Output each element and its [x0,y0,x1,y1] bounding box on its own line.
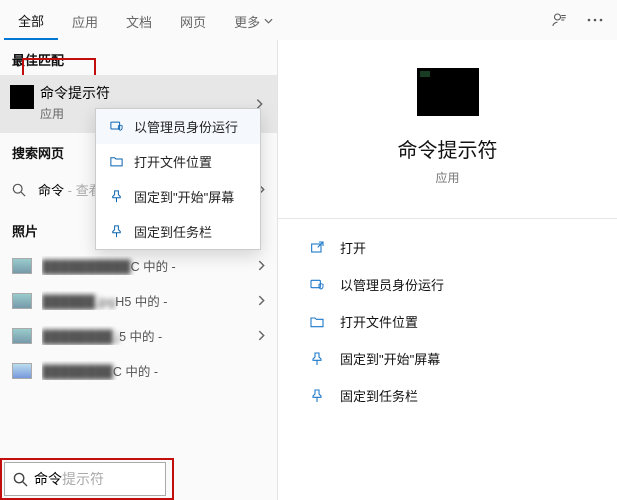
action-label: 固定到"开始"屏幕 [340,349,440,368]
feedback-icon[interactable] [541,2,577,38]
search-icon [13,472,28,487]
tab-more-label: 更多 [234,12,260,31]
pin-icon [308,350,326,368]
photo-result-item[interactable]: ██████.jpgH5 中的 - [0,283,277,318]
tab-docs[interactable]: 文档 [112,2,166,39]
chevron-right-icon [258,330,265,341]
action-label: 以管理员身份运行 [340,275,444,294]
more-options-icon[interactable] [577,2,613,38]
ctx-pin-taskbar[interactable]: 固定到任务栏 [96,214,260,249]
action-label: 固定到任务栏 [340,386,418,405]
detail-title: 命令提示符 [398,134,498,163]
search-icon [12,183,30,197]
photo-label: ██████.jpgH5 中的 - [42,291,258,310]
photo-thumb-icon [12,328,32,344]
open-icon [308,239,326,257]
detail-panel: 命令提示符 应用 打开 以管理员身份运行 打开文件位置 [277,40,617,500]
app-icon [10,85,34,109]
separator [278,218,617,219]
pin-icon [108,224,124,240]
photo-thumb-icon [12,258,32,274]
action-run-as-admin[interactable]: 以管理员身份运行 [304,266,591,303]
best-match-header: 最佳匹配 [0,40,277,75]
ctx-item-label: 打开文件位置 [134,152,212,171]
ctx-pin-start[interactable]: 固定到"开始"屏幕 [96,179,260,214]
pin-icon [308,387,326,405]
best-match-title: 命令提示符 [40,83,265,103]
chevron-right-icon [258,295,265,306]
photo-thumb-icon [12,293,32,309]
detail-subtitle: 应用 [435,169,459,186]
shield-admin-icon [108,119,124,135]
filter-tabs: 全部 应用 文档 网页 更多 [0,0,617,40]
photo-label: ████████C 中的 - [42,361,265,380]
photo-result-item[interactable]: ████████.j5 中的 - [0,318,277,353]
search-ghost-text: 提示符 [62,469,104,489]
shield-admin-icon [308,276,326,294]
photo-label: ████████.j5 中的 - [42,326,258,345]
action-open[interactable]: 打开 [304,229,591,266]
folder-icon [108,154,124,170]
tab-all[interactable]: 全部 [4,1,58,40]
detail-app-icon [417,68,479,116]
action-label: 打开 [340,238,366,257]
ctx-item-label: 以管理员身份运行 [134,117,238,136]
folder-icon [308,313,326,331]
tab-apps[interactable]: 应用 [58,2,112,39]
search-typed-text: 命令 [34,469,62,489]
ctx-open-location[interactable]: 打开文件位置 [96,144,260,179]
action-open-location[interactable]: 打开文件位置 [304,303,591,340]
tab-web[interactable]: 网页 [166,2,220,39]
photo-thumb-icon [12,363,32,379]
action-pin-taskbar[interactable]: 固定到任务栏 [304,377,591,414]
search-input[interactable]: 命令提示符 [4,462,166,496]
pin-icon [108,189,124,205]
action-pin-start[interactable]: 固定到"开始"屏幕 [304,340,591,377]
context-menu: 以管理员身份运行 打开文件位置 固定到"开始"屏幕 [95,108,261,250]
ctx-run-as-admin[interactable]: 以管理员身份运行 [96,109,260,144]
ctx-item-label: 固定到"开始"屏幕 [134,187,234,206]
tab-more[interactable]: 更多 [220,2,287,39]
chevron-right-icon [258,260,265,271]
chevron-down-icon [264,18,273,24]
photo-label: ██████████C 中的 - [42,256,258,275]
photo-result-item[interactable]: ██████████C 中的 - [0,248,277,283]
action-label: 打开文件位置 [340,312,418,331]
photo-result-item[interactable]: ████████C 中的 - [0,353,277,388]
ctx-item-label: 固定到任务栏 [134,222,212,241]
